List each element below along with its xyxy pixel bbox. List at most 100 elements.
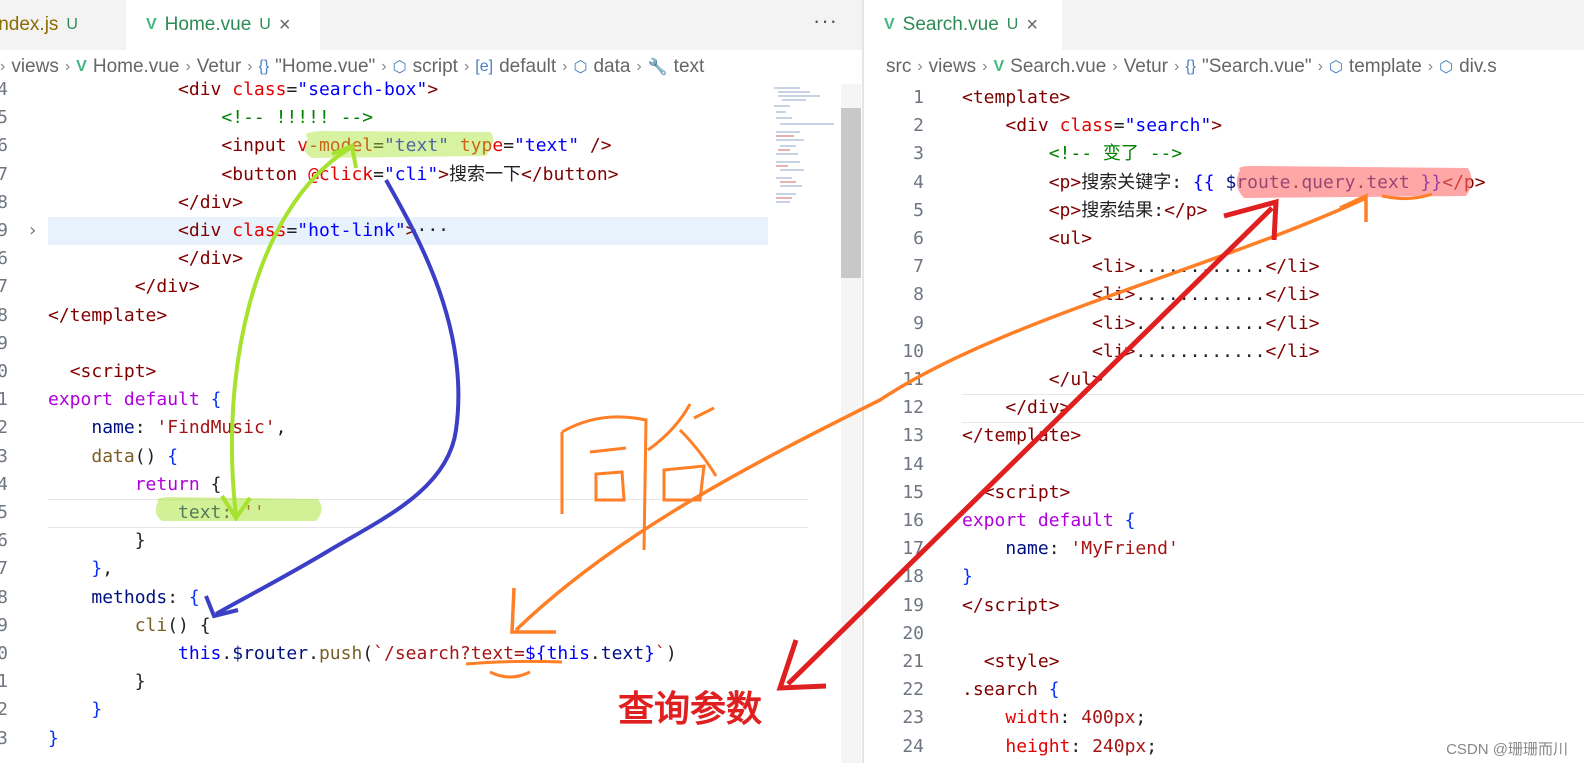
breadcrumb-separator-icon: ›	[1112, 58, 1118, 75]
more-actions-icon[interactable]: ···	[813, 8, 838, 34]
breadcrumb-separator-icon: ›	[185, 58, 191, 75]
breadcrumb-separator-icon: ›	[917, 58, 923, 75]
breadcrumb-item[interactable]: Home.vue	[93, 56, 180, 78]
line-number: 13	[902, 425, 924, 447]
code-text: },	[91, 558, 114, 580]
line-number: 1	[913, 87, 924, 108]
tab-label: Search.vue	[902, 14, 999, 35]
breadcrumb-separator-icon: ›	[381, 58, 387, 75]
untracked-badge: U	[66, 16, 78, 33]
line-number: 1	[0, 671, 8, 693]
line-number: 8	[913, 284, 924, 306]
line-number: 2	[0, 699, 8, 721]
code-text: }	[91, 699, 103, 721]
code-text: height: 240px;	[1005, 735, 1158, 757]
line-number: 0	[0, 361, 8, 382]
code-text: <p>搜索结果:</p>	[1048, 199, 1208, 221]
line-number: 9	[0, 220, 8, 241]
breadcrumb-separator-icon: ›	[463, 58, 470, 75]
line-number: 1	[0, 389, 8, 411]
line-number: 4	[0, 79, 8, 100]
code-text: <div class="hot-link">···	[178, 220, 450, 241]
breadcrumb-symbol-icon: V	[993, 58, 1005, 75]
breadcrumb-separator-icon: ›	[247, 58, 253, 75]
code-text: <!-- 变了 -->	[1048, 143, 1183, 165]
breadcrumb-item[interactable]: data	[593, 56, 630, 78]
annotation-query-param-label: 查询参数	[618, 688, 763, 729]
breadcrumb-separator-icon: ›	[1427, 58, 1434, 75]
code-text: name: 'MyFriend'	[1005, 538, 1179, 560]
line-number: 6	[913, 228, 924, 249]
line-number: 6	[0, 248, 8, 270]
code-text: <script>	[69, 361, 157, 382]
code-text: <li>............</li>	[1092, 312, 1320, 334]
minimap[interactable]	[770, 84, 840, 224]
breadcrumb-item[interactable]: "Home.vue"	[275, 56, 375, 78]
code-text: <ul>	[1048, 228, 1093, 249]
code-text: }	[962, 566, 973, 588]
breadcrumb-symbol-icon: 🔧	[647, 59, 668, 76]
close-tab-icon[interactable]: ×	[279, 14, 291, 37]
breadcrumb-item[interactable]: Vetur	[1124, 56, 1168, 78]
line-number: 9	[0, 614, 8, 636]
line-number: 20	[902, 622, 924, 644]
breadcrumb-item[interactable]: Search.vue	[1010, 56, 1106, 78]
line-number: 7	[913, 256, 924, 278]
scrollbar-thumb[interactable]	[841, 108, 861, 278]
breadcrumb-item[interactable]: "Search.vue"	[1202, 56, 1312, 78]
breadcrumb-item[interactable]: src	[886, 56, 911, 78]
code-text: <li>............</li>	[1092, 284, 1320, 306]
line-number: 15	[902, 481, 924, 503]
code-text: width: 400px;	[1005, 707, 1147, 729]
code-text: </template>	[962, 425, 1082, 447]
breadcrumb-symbol-icon: ⬡	[1439, 59, 1454, 76]
code-text: </div>	[134, 276, 200, 298]
vertical-scrollbar[interactable]	[841, 84, 861, 763]
code-editor[interactable]: 1 <template> 2 <div class="search"> 3 <!-- …	[864, 84, 1584, 763]
code-text: name: 'FindMusic',	[91, 417, 287, 439]
code-text: <style>	[983, 651, 1060, 672]
code-text: <template>	[962, 87, 1071, 108]
code-text: methods: {	[91, 586, 200, 608]
tab-search-vue[interactable]: V Search.vue U ×	[864, 0, 1062, 50]
tab-home-vue[interactable]: V Home.vue U ×	[126, 0, 320, 50]
line-number: 12	[902, 397, 924, 419]
breadcrumb-separator-icon: ›	[1174, 58, 1180, 75]
breadcrumb-item[interactable]: views	[929, 56, 977, 78]
code-text: return {	[134, 473, 222, 495]
right-editor-pane: V Search.vue U × src › views › V Search.vue › V…	[864, 0, 1584, 763]
untracked-badge: U	[1006, 16, 1019, 33]
code-text: cli() {	[134, 614, 211, 636]
fold-chevron-icon[interactable]: ›	[24, 217, 38, 245]
line-number: 7	[0, 558, 8, 580]
line-number: 2	[913, 115, 924, 137]
breadcrumb-symbol-icon: {}	[1185, 58, 1197, 75]
tab-label: Home.vue	[164, 14, 252, 35]
breadcrumb-symbol-icon: ⬡	[392, 59, 407, 76]
tab-index-js[interactable]: index.js U	[0, 0, 120, 50]
code-text: <p>搜索关键字: {{ $route.query.text }}</p>	[1048, 171, 1486, 193]
breadcrumb-item[interactable]: script	[413, 56, 458, 78]
breadcrumb-item[interactable]: default	[499, 56, 556, 78]
breadcrumb-item[interactable]: template	[1349, 56, 1422, 78]
code-text: }	[48, 671, 146, 693]
code-editor[interactable]: 4 <div class="search-box"> 5 <!-- !!!!! -…	[0, 79, 862, 763]
breadcrumb-item[interactable]: text	[674, 56, 705, 78]
breadcrumb-symbol-icon: {}	[258, 58, 270, 75]
breadcrumb-item[interactable]: div.s	[1459, 56, 1497, 78]
line-number: 24	[902, 735, 924, 757]
breadcrumb-separator-icon: ›	[562, 58, 568, 75]
close-tab-icon[interactable]: ×	[1026, 14, 1038, 37]
line-number: 18	[902, 566, 924, 588]
left-editor-pane: index.js U V Home.vue U × ··· › views › V Ho…	[0, 0, 862, 763]
code-text: data() {	[91, 445, 179, 467]
line-number: 6	[0, 530, 8, 552]
line-number: 4	[913, 171, 924, 193]
tab-label: index.js	[0, 14, 59, 35]
breadcrumb-item[interactable]: Vetur	[197, 56, 241, 78]
line-number: 9	[0, 332, 8, 354]
line-number: 3	[913, 143, 924, 165]
line-number: 8	[0, 304, 8, 326]
breadcrumb-separator-icon: ›	[0, 58, 6, 75]
breadcrumb-item[interactable]: views	[11, 56, 59, 78]
